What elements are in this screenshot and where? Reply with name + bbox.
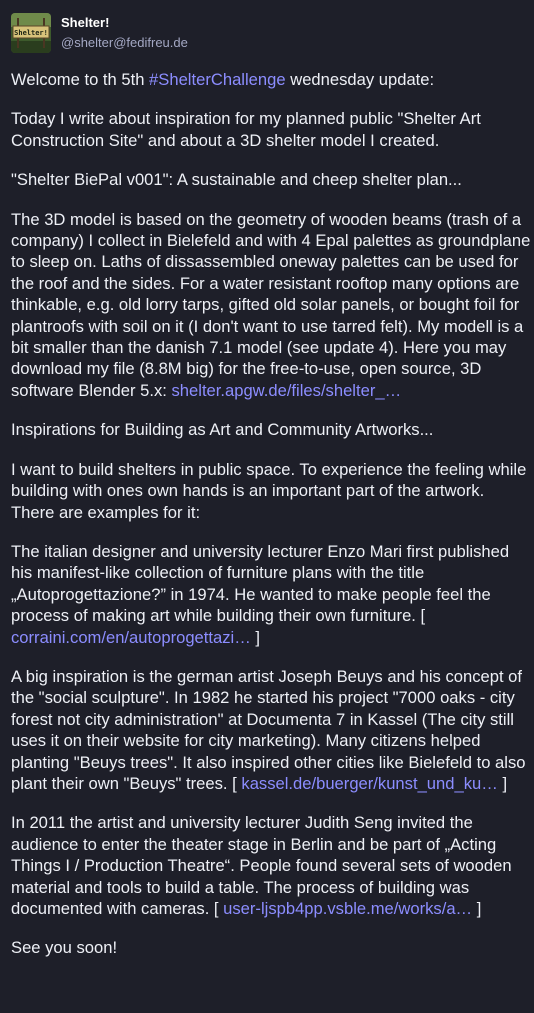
corraini-link[interactable]: corraini.com/en/autoprogettazi… (11, 628, 251, 647)
paragraph-judith-seng: In 2011 the artist and university lectur… (11, 812, 531, 919)
intro-text-after: wednesday update: (285, 70, 435, 89)
paragraph-beuys: A big inspiration is the german artist J… (11, 666, 531, 794)
enzo-mari-bracket: ] (250, 627, 261, 647)
post-header: Shelter! Shelter! @shelter@fedifreu.de (11, 12, 511, 54)
model-description-text: The 3D model is based on the geometry of… (11, 209, 531, 400)
intro-text-before: Welcome to th 5th (11, 70, 150, 89)
paragraph-intro: Welcome to th 5th #ShelterChallenge wedn… (11, 69, 531, 90)
vsble-link[interactable]: user-ljspb4pp.vsble.me/works/a… (223, 899, 472, 918)
paragraph-closing: See you soon! (11, 938, 118, 958)
judith-seng-bracket: ] (472, 899, 482, 918)
blender-file-link[interactable]: shelter.apgw.de/files/shelter_… (172, 381, 402, 400)
post-view: Shelter! Shelter! @shelter@fedifreu.de W… (0, 0, 534, 1013)
beuys-bracket: ] (497, 773, 508, 793)
paragraph-model-title: "Shelter BiePal v001": A sustainable and… (11, 170, 462, 190)
enzo-mari-text: The italian designer and university lect… (11, 541, 510, 626)
paragraph-model-description: The 3D model is based on the geometry of… (11, 209, 531, 402)
paragraph-enzo-mari: The italian designer and university lect… (11, 541, 531, 648)
paragraph-inspirations-title: Inspirations for Building as Art and Com… (11, 420, 434, 440)
kassel-link[interactable]: kassel.de/buerger/kunst_und_ku… (241, 774, 497, 793)
svg-text:Shelter!: Shelter! (14, 29, 48, 37)
paragraph-public-space: I want to build shelters in public space… (11, 459, 527, 522)
display-name[interactable]: Shelter! (61, 15, 109, 31)
paragraph-today: Today I write about inspiration for my p… (11, 109, 481, 150)
account-handle[interactable]: @shelter@fedifreu.de (61, 35, 188, 51)
post-content: Welcome to th 5th #ShelterChallenge wedn… (11, 69, 531, 977)
shelter-sign-avatar[interactable]: Shelter! (11, 13, 51, 53)
hashtag-link[interactable]: #ShelterChallenge (149, 70, 286, 89)
